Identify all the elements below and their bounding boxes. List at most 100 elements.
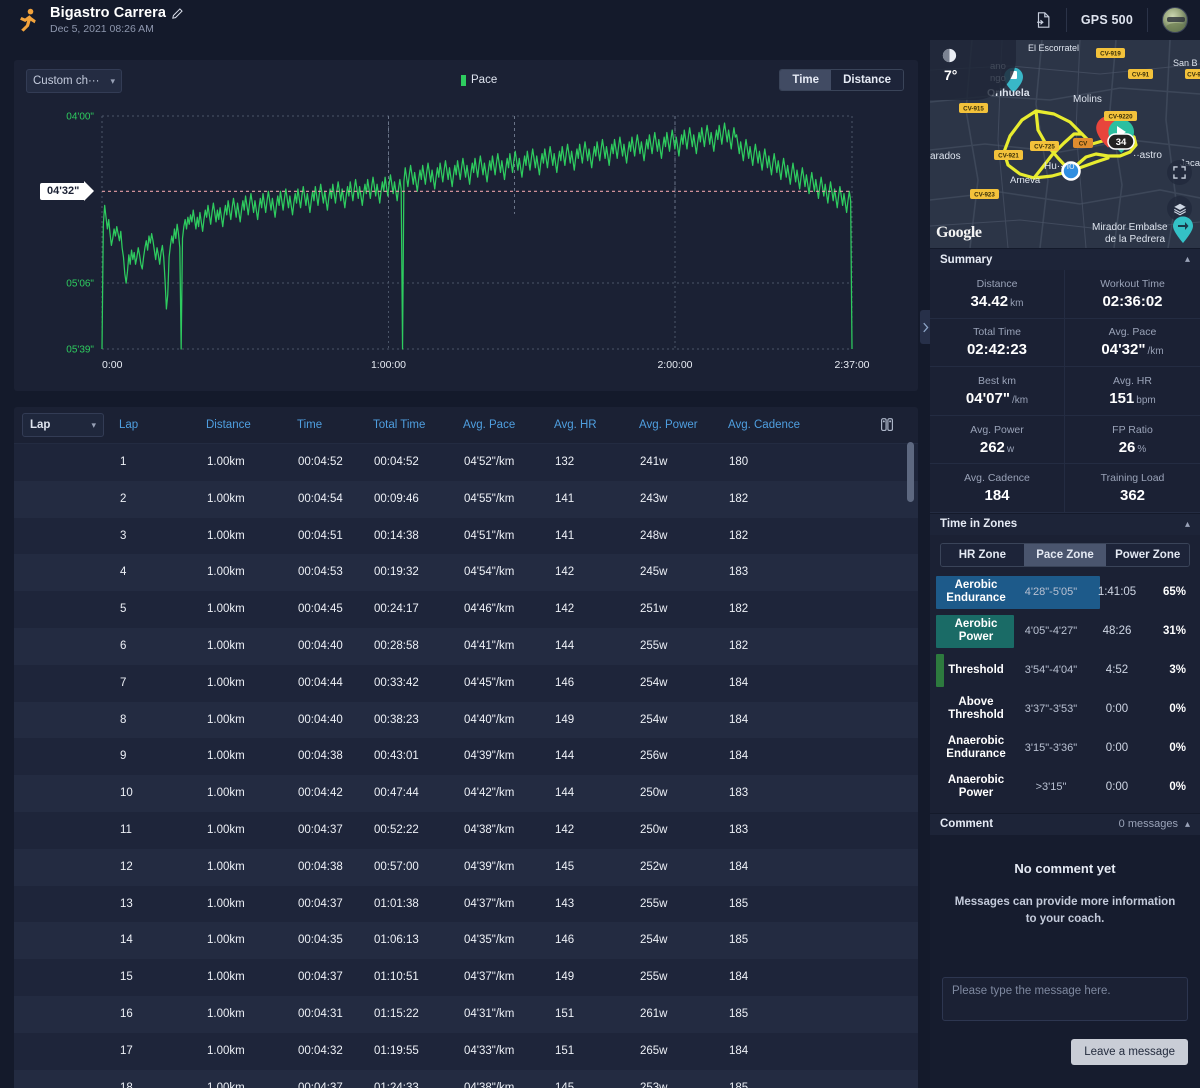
zone-time: 1:41:05: [1097, 586, 1137, 599]
table-row[interactable]: 2 1.00km 00:04:54 00:09:46 04'55"/km 141 243w 1…: [14, 480, 918, 518]
cell-avg-hr: 144: [555, 639, 575, 652]
cell-avg-cadence: 182: [729, 603, 749, 616]
col-header-time[interactable]: Time: [297, 419, 322, 431]
table-row[interactable]: 15 1.00km 00:04:37 01:10:51 04'37"/km 149 255w…: [14, 959, 918, 996]
tab-distance[interactable]: Distance: [831, 70, 903, 90]
table-row[interactable]: 11 1.00km 00:04:37 00:52:22 04'38"/km 142 250w…: [14, 811, 918, 849]
table-row[interactable]: 13 1.00km 00:04:37 01:01:38 04'37"/km 143 255w…: [14, 885, 918, 923]
cell-lap: 18: [120, 1081, 133, 1088]
table-row[interactable]: 12 1.00km 00:04:38 00:57:00 04'39"/km 145 252w…: [14, 848, 918, 886]
zone-percent: 0%: [1169, 742, 1186, 755]
table-scrollbar[interactable]: [907, 442, 914, 502]
tab-power-zone[interactable]: Power Zone: [1106, 543, 1189, 566]
col-header-avg-cadence[interactable]: Avg. Cadence: [728, 419, 800, 431]
svg-text:Molins: Molins: [1073, 94, 1102, 105]
col-header-avg-hr[interactable]: Avg. HR: [554, 419, 597, 431]
chart-type-select[interactable]: Custom ch··· ▾: [26, 69, 122, 93]
route-map[interactable]: 34 CV-919 CV-91 CV-9 CV-915 CV-9220 CV-7…: [930, 40, 1200, 248]
table-row[interactable]: 18 1.00km 00:04:37 01:24:33 04'38"/km 145 253w…: [14, 1069, 918, 1088]
col-header-distance[interactable]: Distance: [206, 419, 251, 431]
leave-message-button[interactable]: Leave a message: [1071, 1038, 1188, 1065]
avatar[interactable]: [1162, 7, 1188, 33]
table-row[interactable]: 14 1.00km 00:04:35 01:06:13 04'35"/km 146 254w…: [14, 922, 918, 960]
pace-chart-card: Custom ch··· ▾ Pace Time Distance 04'00"…: [14, 60, 918, 391]
summary-title: Summary: [940, 253, 993, 266]
zone-row[interactable]: Above Threshold 3'37"-3'53" 0:00 0%: [936, 690, 1194, 729]
summary-metric-unit: /km: [1011, 394, 1029, 406]
summary-metrics-grid: Distance 34.42 km Workout Time 02:36:02 Total…: [930, 270, 1200, 513]
table-row[interactable]: 16 1.00km 00:04:31 01:15:22 04'31"/km 151 261w…: [14, 995, 918, 1033]
cell-time: 00:04:54: [298, 492, 343, 505]
cell-lap: 2: [120, 492, 127, 505]
svg-text:CV: CV: [1079, 141, 1088, 148]
table-row[interactable]: 1 1.00km 00:04:52 00:04:52 04'52"/km 132 241w 1…: [14, 444, 918, 481]
zone-name: Above Threshold: [948, 696, 1004, 722]
tab-time[interactable]: Time: [780, 70, 832, 90]
zone-row[interactable]: Threshold 3'54"-4'04" 4:52 3%: [936, 651, 1194, 690]
summary-metric: Training Load 362: [1065, 464, 1200, 513]
end-pin[interactable]: [1172, 216, 1194, 244]
table-row[interactable]: 9 1.00km 00:04:38 00:43:01 04'39"/km 144 256w 1…: [14, 738, 918, 776]
table-row[interactable]: 5 1.00km 00:04:45 00:24:17 04'46"/km 142 251w 1…: [14, 591, 918, 628]
chevron-down-icon: ▾: [91, 419, 96, 430]
map-attribution: Google: [936, 224, 982, 241]
zone-row[interactable]: Anaerobic Endurance 3'15"-3'36" 0:00 0%: [936, 729, 1194, 768]
columns-settings-icon[interactable]: [878, 416, 896, 434]
col-header-avg-pace[interactable]: Avg. Pace: [463, 419, 515, 431]
svg-text:El Escorratel: El Escorratel: [1028, 43, 1079, 53]
chevron-up-icon[interactable]: ▴: [1185, 254, 1190, 265]
lap-grouping-select[interactable]: Lap ▾: [22, 413, 104, 437]
table-row[interactable]: 10 1.00km 00:04:42 00:47:44 04'42"/km 144 250w…: [14, 775, 918, 812]
cell-avg-pace: 04'52"/km: [464, 456, 515, 468]
col-header-lap[interactable]: Lap: [119, 419, 138, 431]
comment-section-header[interactable]: Comment 0 messages ▴: [930, 812, 1200, 835]
tab-pace-zone[interactable]: Pace Zone: [1023, 543, 1107, 566]
cell-avg-pace: 04'33"/km: [464, 1044, 515, 1057]
export-file-icon[interactable]: [1034, 11, 1052, 29]
table-row[interactable]: 3 1.00km 00:04:51 00:14:38 04'51"/km 141 248w 1…: [14, 517, 918, 555]
cell-lap: 4: [120, 566, 127, 579]
svg-text:CV-725: CV-725: [1034, 144, 1055, 151]
cell-avg-pace: 04'55"/km: [464, 492, 515, 505]
cell-lap: 16: [120, 1007, 133, 1020]
cell-lap: 10: [120, 787, 133, 800]
col-header-avg-power[interactable]: Avg. Power: [639, 419, 698, 431]
cell-avg-pace: 04'54"/km: [464, 566, 515, 579]
zone-row[interactable]: Aerobic Power 4'05"-4'27" 48:26 31%: [936, 612, 1194, 651]
cell-distance: 1.00km: [207, 713, 245, 726]
summary-metric: Total Time 02:42:23: [930, 318, 1065, 368]
svg-text:34: 34: [1116, 137, 1127, 148]
table-row[interactable]: 17 1.00km 00:04:32 01:19:55 04'33"/km 151 265w…: [14, 1032, 918, 1070]
message-input[interactable]: Please type the message here.: [942, 976, 1188, 1021]
zone-row[interactable]: Anaerobic Power >3'15" 0:00 0%: [936, 768, 1194, 807]
summary-metric-value: 262 w: [979, 438, 1015, 456]
cell-time: 00:04:38: [298, 750, 343, 763]
summary-metric-unit: %: [1137, 443, 1147, 455]
zones-section-header[interactable]: Time in Zones ▴: [930, 512, 1200, 535]
cell-total-time: 01:24:33: [374, 1081, 419, 1088]
table-row[interactable]: 7 1.00km 00:04:44 00:33:42 04'45"/km 146 254w 1…: [14, 664, 918, 702]
chart-plot-area[interactable]: 04'00" 05'06" 05'39" 0:00 1:00:00 2:00:00 2:37…: [14, 96, 918, 391]
cell-time: 00:04:31: [298, 1007, 343, 1020]
comment-hint: Messages can provide more information to…: [954, 895, 1176, 925]
tab-hr-zone[interactable]: HR Zone: [941, 543, 1024, 566]
summary-section-header[interactable]: Summary ▴: [930, 248, 1200, 270]
chevron-up-icon[interactable]: ▴: [1185, 519, 1190, 530]
chevron-up-icon[interactable]: ▴: [1185, 819, 1190, 830]
cell-avg-cadence: 183: [729, 566, 749, 579]
table-row[interactable]: 8 1.00km 00:04:40 00:38:23 04'40"/km 149 254w 1…: [14, 701, 918, 739]
col-header-total-time[interactable]: Total Time: [373, 419, 425, 431]
zone-row[interactable]: Aerobic Endurance 4'28"-5'05" 1:41:05 65%: [936, 573, 1194, 612]
sidebar-collapse-toggle[interactable]: [920, 310, 930, 344]
table-row[interactable]: 4 1.00km 00:04:53 00:19:32 04'54"/km 142 245w 1…: [14, 554, 918, 592]
cell-avg-hr: 145: [555, 1081, 575, 1088]
fullscreen-icon[interactable]: [1167, 160, 1192, 185]
cell-avg-hr: 144: [555, 750, 575, 763]
summary-metric-label: Training Load: [1100, 472, 1165, 485]
cell-avg-pace: 04'37"/km: [464, 897, 515, 910]
laps-table-body[interactable]: 1 1.00km 00:04:52 00:04:52 04'52"/km 132 241w 1…: [14, 444, 918, 1088]
cell-time: 00:04:37: [298, 1081, 343, 1088]
pencil-icon[interactable]: [172, 7, 183, 19]
cell-lap: 14: [120, 934, 133, 947]
table-row[interactable]: 6 1.00km 00:04:40 00:28:58 04'41"/km 144 255w 1…: [14, 627, 918, 665]
